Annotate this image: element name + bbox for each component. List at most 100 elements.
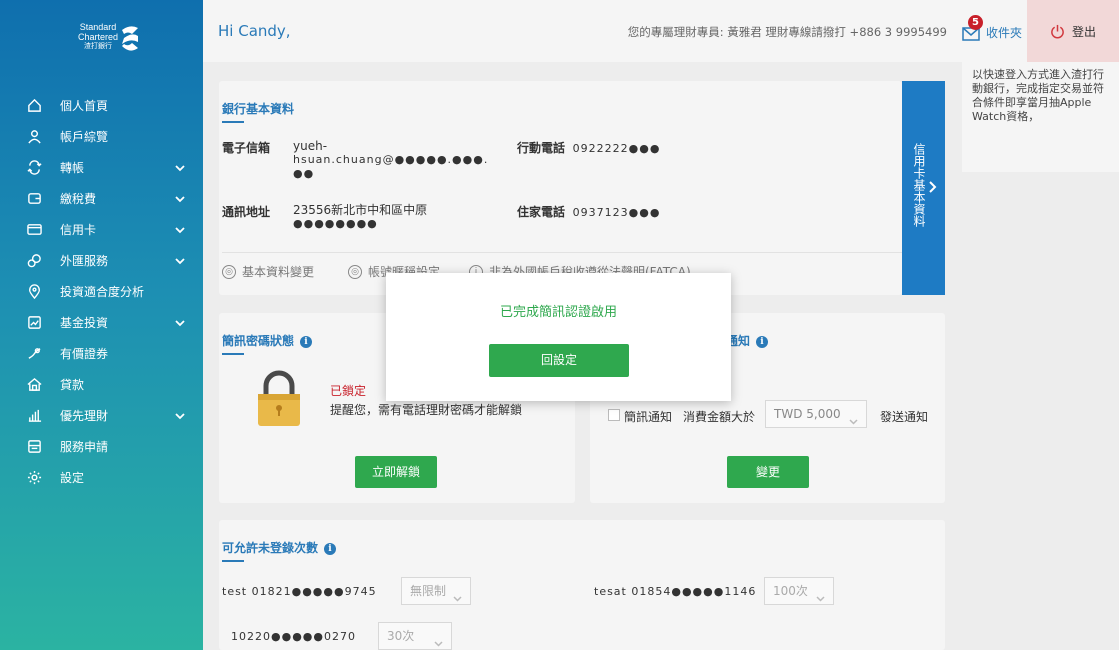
sidebar-item-services[interactable]: 服務申請 [0,431,203,462]
credit-card-notify-title: 信用卡通知 i [690,332,769,355]
sidebar-item-transfer[interactable]: 轉帳 [0,152,203,183]
payee-name: 10220●●●●●0270 [231,630,356,643]
sidebar-item-funds[interactable]: 基金投資 [0,307,203,338]
account-nickname-link[interactable]: ◎ 帳號暱稱設定 [348,263,440,280]
sidebar-item-label: 基金投資 [60,316,109,330]
chevron-down-icon[interactable] [175,224,185,234]
sidebar-nav: 個人首頁 帳戶綜覽 轉帳 繳稅費 信用卡 外匯服務 投資適合度分析 基金投資 有… [0,90,203,493]
sidebar-item-suitability[interactable]: 投資適合度分析 [0,276,203,307]
sidebar-item-label: 有價證券 [60,347,109,361]
sidebar-item-label: 投資適合度分析 [60,285,145,299]
amount-select[interactable]: TWD 5,000 [765,400,867,428]
basic-info-title: 銀行基本資料 [222,100,294,123]
sidebar-item-label: 帳戶綜覽 [60,130,109,144]
logo-text: Standard Chartered 渣打銀行 [78,22,119,50]
promo-banner[interactable]: 以快速登入方式進入渣打行動銀行，完成指定交易並符合條件即享當月抽Apple Wa… [962,62,1119,172]
home-phone-field: 住家電話 0937123●●● [517,205,661,219]
sidebar-item-home[interactable]: 個人首頁 [0,90,203,121]
sidebar-item-label: 服務申請 [60,440,109,454]
send-notify-label: 發送通知 [880,410,929,424]
home-icon [26,98,42,114]
info-icon[interactable]: i [756,336,769,348]
sidebar-item-label: 優先理財 [60,409,109,423]
fatca-link[interactable]: i 非為外國帳戶稅收遵從法聲明(FATCA) [469,263,691,280]
sidebar-item-label: 外匯服務 [60,254,109,268]
chevron-down-icon[interactable] [175,255,185,265]
email-field: 電子信箱 [222,141,271,155]
unregistered-limit-title: 可允許未登錄次數 i [222,539,337,562]
sidebar-item-label: 信用卡 [60,223,97,237]
sidebar-item-label: 個人首頁 [60,99,109,113]
info-icon[interactable]: i [300,336,313,348]
exchange-icon [26,253,42,269]
sidebar-item-tax[interactable]: 繳稅費 [0,183,203,214]
credit-card-info-tab[interactable]: 信用卡基本資料 [902,81,945,295]
chevron-down-icon[interactable] [175,193,185,203]
gear-icon [26,470,42,486]
back-to-settings-button[interactable]: 回設定 [489,344,629,377]
sidebar-item-label: 貸款 [60,378,85,392]
sms-notify-checkbox[interactable] [608,409,620,421]
wallet-icon [26,191,42,207]
sidebar-item-credit-card[interactable]: 信用卡 [0,214,203,245]
mobile-field: 行動電話 0922222●●● [517,141,661,155]
fund-icon [26,315,42,331]
inbox-label: 收件夾 [985,25,1022,40]
relationship-manager-info: 您的專屬理財專員: 黃雅君 理財專線請撥打 +886 3 9995499 [627,25,947,39]
inbox-count-badge: 5 [967,15,983,30]
sidebar-item-label: 繳稅費 [60,192,97,206]
inbox-button[interactable]: 5 收件夾 [962,15,1022,42]
chevron-down-icon [453,586,462,602]
sidebar-item-settings[interactable]: 設定 [0,462,203,493]
sms-lock-status: 已鎖定 [330,384,367,398]
info-icon[interactable]: i [324,543,337,555]
info-icon: i [469,264,483,279]
lock-icon [258,370,300,426]
sidebar-item-forex[interactable]: 外匯服務 [0,245,203,276]
credit-card-icon [26,222,42,238]
sidebar-item-securities[interactable]: 有價證券 [0,338,203,369]
address-value: 23556新北市中和區中原 ●●●●●●●● [293,203,428,230]
payee-name: test 01821●●●●●9745 [222,585,377,598]
chevron-down-icon [849,409,858,425]
greeting: Hi Candy, [218,22,291,40]
sidebar-item-label: 設定 [60,471,85,485]
chevron-down-icon [816,586,825,602]
house-icon [26,377,42,393]
chevron-down-icon [434,631,443,647]
top-bar: Hi Candy, 您的專屬理財專員: 黃雅君 理財專線請撥打 +886 3 9… [203,0,1119,62]
limit-select[interactable]: 無限制 [401,577,471,605]
sidebar-item-loans[interactable]: 貸款 [0,369,203,400]
sidebar-item-accounts[interactable]: 帳戶綜覽 [0,121,203,152]
transfer-icon [26,160,42,176]
credit-card-info-tab-label: 信用卡基本資料 [912,143,926,227]
sms-lock-hint: 提醒您，需有電話理財密碼才能解鎖 [330,403,523,417]
unlock-button[interactable]: 立即解鎖 [355,456,437,488]
address-field: 通訊地址 [222,205,271,219]
user-circle-icon: ◎ [348,264,362,279]
chevron-down-icon[interactable] [175,410,185,420]
email-value: yueh- hsuan.chuang@●●●●●.●●●. ●● [293,139,489,180]
logout-label: 登出 [1071,24,1096,39]
limit-select[interactable]: 30次 [378,622,452,650]
profile-change-link[interactable]: ◎ 基本資料變更 [222,263,314,280]
sidebar-item-label: 轉帳 [60,161,85,175]
logout-button[interactable]: 登出 [1027,0,1119,62]
standard-chartered-logo[interactable]: Standard Chartered 渣打銀行 [78,22,148,66]
limit-select[interactable]: 100次 [764,577,834,605]
amount-label: 消費金額大於 [683,410,756,424]
chevron-down-icon[interactable] [175,317,185,327]
sidebar-item-priority[interactable]: 優先理財 [0,400,203,431]
user-circle-icon: ◎ [222,264,236,279]
mail-icon: 5 [962,15,983,41]
form-icon [26,439,42,455]
chevron-down-icon[interactable] [175,162,185,172]
logo-mark-icon [122,26,138,51]
chevron-right-icon [928,181,937,193]
power-icon [1051,24,1064,38]
bar-chart-icon [26,408,42,424]
change-button[interactable]: 變更 [727,456,809,488]
location-pin-icon [26,284,42,300]
payee-name: tesat 01854●●●●●1146 [594,585,757,598]
sidebar: Standard Chartered 渣打銀行 個人首頁 帳戶綜覽 轉帳 繳稅費 [0,0,203,650]
